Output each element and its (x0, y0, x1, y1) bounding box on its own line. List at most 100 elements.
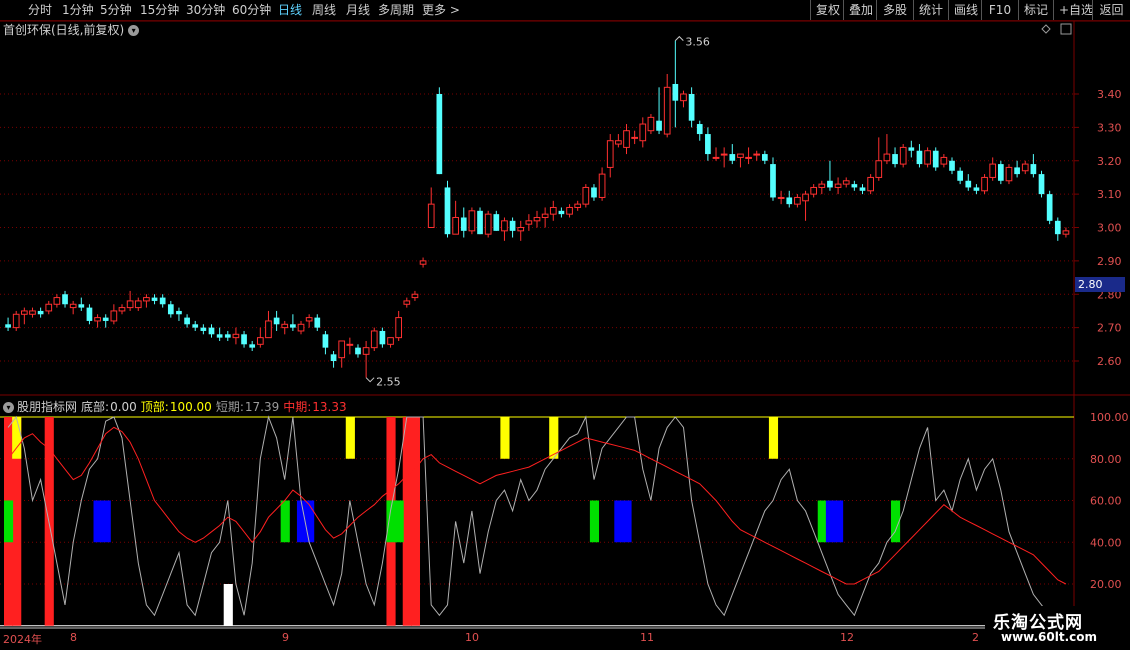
candle-up (899, 146, 907, 165)
candle-up (69, 303, 77, 309)
candle-up (623, 130, 630, 148)
candle-down (997, 164, 1004, 181)
price-tick-label: 3.00 (1097, 222, 1122, 235)
candle-up (810, 186, 818, 195)
candle-up (403, 300, 411, 305)
candle-down (314, 317, 321, 328)
bottom-value: 0.00 (110, 400, 137, 414)
candle-down (273, 317, 280, 325)
watermark: 乐淘公式网 www.60lt.com (985, 606, 1130, 650)
bottom-label: 底部: (81, 400, 110, 414)
candle-down (224, 334, 231, 338)
candle-up (387, 337, 394, 345)
candle-up (647, 116, 655, 132)
candle-up (818, 183, 826, 188)
candle-down (5, 324, 11, 328)
high-label: 3.56 (685, 36, 710, 49)
ind-bar-yellow (500, 417, 510, 459)
ind-bar-blue (614, 500, 624, 543)
candle-up (94, 317, 101, 322)
candle-down (208, 327, 215, 335)
candle-up (598, 173, 606, 198)
price-tick-label: 2.60 (1097, 355, 1122, 368)
candle-up (639, 123, 647, 142)
candle-up (126, 300, 134, 309)
ind-bar-blue (93, 500, 103, 543)
candle-up (411, 293, 419, 299)
candle-down (86, 307, 93, 321)
candle-down (330, 354, 337, 361)
candle-down (1038, 174, 1045, 195)
candle-up (232, 333, 240, 339)
candle-up (305, 317, 313, 322)
candle-down (705, 134, 711, 155)
candle-up (468, 210, 476, 232)
ind-bar-green (280, 500, 290, 543)
candle-down (379, 330, 386, 345)
mid-line (7, 426, 1067, 585)
candle-up (883, 153, 891, 162)
candle-down (892, 154, 898, 165)
candle-up (541, 213, 549, 218)
candle-down (932, 150, 939, 168)
ind-tick-label: 80.00 (1090, 453, 1122, 466)
candle-down (859, 187, 866, 191)
candle-up (370, 330, 378, 349)
ind-bar-blue (305, 500, 315, 543)
indicator-name[interactable]: 股朋指标网 (17, 400, 77, 414)
candle-down (916, 150, 923, 165)
ind-bar-blue (825, 500, 836, 543)
ind-bar-white (223, 584, 233, 626)
candle-up (110, 310, 118, 322)
candle-down (827, 180, 833, 188)
price-tick-label: 3.20 (1097, 155, 1122, 168)
candle-up (680, 93, 687, 102)
candle-down (770, 164, 776, 198)
candle-up (663, 86, 671, 135)
candle-up (45, 303, 53, 312)
candle-up (29, 310, 36, 315)
candle-up (20, 310, 28, 315)
candle-down (558, 210, 565, 215)
candle-up (606, 140, 614, 168)
candle-up (419, 260, 427, 265)
candle-down (322, 334, 329, 348)
candle-up (615, 140, 622, 145)
candle-up (143, 297, 150, 302)
candle-down (290, 324, 296, 328)
diamond-icon (1041, 24, 1051, 34)
candle-up (712, 156, 720, 159)
price-tick-label: 3.10 (1097, 188, 1122, 201)
candle-down (509, 220, 516, 231)
chevron-down-icon[interactable]: ▾ (3, 402, 14, 413)
indicator-header: ▾ 股朋指标网 底部:0.00 顶部:100.00 短期:17.39 中期:13.33 (3, 398, 351, 415)
candle-down (851, 184, 858, 188)
candle-up (395, 317, 403, 339)
candle-down (696, 124, 703, 135)
candle-up (517, 227, 525, 232)
candle-up (427, 203, 435, 228)
candle-down (965, 180, 972, 188)
panel-toggle-icon (1060, 23, 1072, 35)
candle-up (484, 213, 492, 235)
candle-up (794, 196, 801, 205)
candle-up (924, 150, 931, 165)
ind-bar-blue (834, 500, 844, 543)
candle-down (957, 170, 963, 181)
short-value: 17.39 (244, 400, 280, 414)
candle-up (631, 136, 638, 139)
candle-up (753, 153, 761, 156)
ind-tick-label: 20.00 (1090, 578, 1122, 591)
price-tick-label: 3.40 (1097, 88, 1122, 101)
candle-down (493, 214, 500, 231)
candle-down (1046, 194, 1053, 221)
candle-down (444, 187, 451, 235)
candle-up (745, 156, 752, 159)
candle-up (834, 183, 842, 188)
candle-down (192, 324, 199, 328)
kline-chart[interactable]: 3.403.303.203.103.002.902.802.702.60100.… (0, 0, 1130, 650)
watermark-url: www.60lt.com (1001, 630, 1098, 644)
ind-bar-blue (101, 500, 111, 543)
candle-up (720, 153, 728, 156)
candle-up (582, 186, 590, 205)
